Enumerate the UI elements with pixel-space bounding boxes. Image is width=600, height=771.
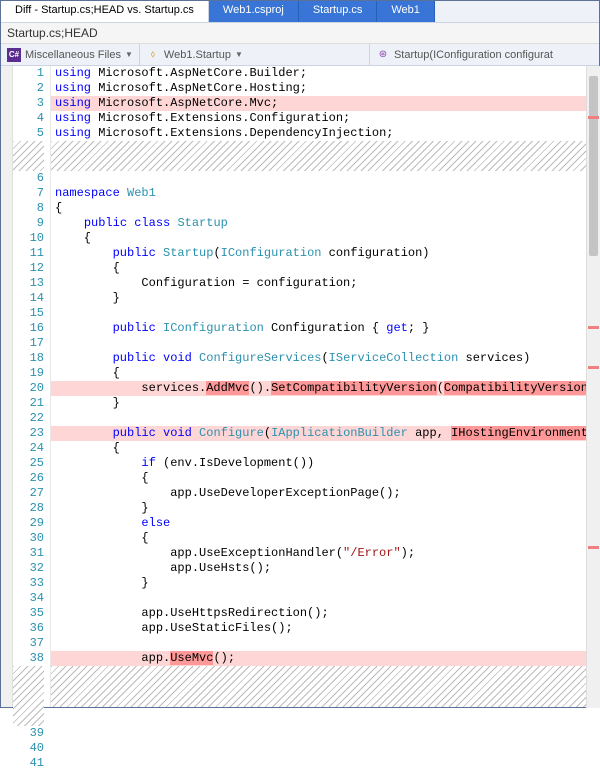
code-line[interactable]: }	[51, 576, 599, 591]
code-line[interactable]: using Microsoft.AspNetCore.Hosting;	[51, 81, 599, 96]
code-line[interactable]: app.UseHttpsRedirection();	[51, 606, 599, 621]
document-tab[interactable]: Web1	[377, 1, 435, 22]
document-subhead: Startup.cs;HEAD	[1, 23, 599, 44]
class-label: Web1.Startup	[164, 49, 231, 61]
code-line[interactable]: public void Configure(IApplicationBuilde…	[51, 426, 599, 441]
code-line[interactable]	[51, 411, 599, 426]
code-line[interactable]: {	[51, 261, 599, 276]
document-tab[interactable]: Web1.csproj	[209, 1, 299, 22]
code-editor[interactable]: 1234567891011121314151617181920212223242…	[1, 66, 599, 707]
document-tab[interactable]: Startup.cs	[299, 1, 378, 22]
code-line[interactable]: {	[51, 201, 599, 216]
scrollbar-thumb[interactable]	[589, 76, 598, 256]
code-line[interactable]	[51, 306, 599, 321]
code-line[interactable]: {	[51, 531, 599, 546]
code-line[interactable]: public Startup(IConfiguration configurat…	[51, 246, 599, 261]
diff-mark[interactable]	[588, 326, 599, 329]
method-icon: ⊛	[376, 48, 390, 62]
code-line[interactable]: {	[51, 231, 599, 246]
line-number-gutter: 1234567891011121314151617181920212223242…	[13, 66, 51, 707]
code-line[interactable]: else	[51, 516, 599, 531]
code-line[interactable]	[51, 336, 599, 351]
class-icon: ⬨	[146, 48, 160, 62]
code-line[interactable]: using Microsoft.AspNetCore.Mvc;	[51, 96, 599, 111]
code-line[interactable]: public class Startup	[51, 216, 599, 231]
diff-deleted-region	[51, 666, 599, 707]
code-line[interactable]: app.UseHsts();	[51, 561, 599, 576]
breakpoint-margin[interactable]	[1, 66, 13, 707]
code-line[interactable]: using Microsoft.Extensions.DependencyInj…	[51, 126, 599, 141]
diff-mark[interactable]	[588, 116, 599, 119]
chevron-down-icon: ▼	[235, 50, 243, 59]
code-line[interactable]: {	[51, 471, 599, 486]
code-line[interactable]: app.UseStaticFiles();	[51, 621, 599, 636]
code-line[interactable]	[51, 636, 599, 651]
navigation-bar: C# Miscellaneous Files ▼ ⬨ Web1.Startup …	[1, 44, 599, 66]
member-label: Startup(IConfiguration configurat	[394, 49, 553, 61]
code-line[interactable]: }	[51, 501, 599, 516]
code-area[interactable]: using Microsoft.AspNetCore.Builder;using…	[51, 66, 599, 707]
code-line[interactable]: public void ConfigureServices(IServiceCo…	[51, 351, 599, 366]
member-selector[interactable]: ⊛ Startup(IConfiguration configurat	[370, 44, 599, 65]
code-line[interactable]: services.AddMvc().SetCompatibilityVersio…	[51, 381, 599, 396]
diff-deleted-region	[51, 141, 599, 171]
code-line[interactable]: using Microsoft.AspNetCore.Builder;	[51, 66, 599, 81]
code-line[interactable]	[51, 591, 599, 606]
code-line[interactable]: }	[51, 396, 599, 411]
code-line[interactable]: if (env.IsDevelopment())	[51, 456, 599, 471]
scope-label: Miscellaneous Files	[25, 49, 121, 61]
document-tabs: Diff - Startup.cs;HEAD vs. Startup.csWeb…	[1, 1, 599, 23]
code-line[interactable]: }	[51, 291, 599, 306]
class-selector[interactable]: ⬨ Web1.Startup ▼	[140, 44, 370, 65]
scope-selector[interactable]: C# Miscellaneous Files ▼	[1, 44, 140, 65]
code-line[interactable]: namespace Web1	[51, 186, 599, 201]
code-line[interactable]: app.UseDeveloperExceptionPage();	[51, 486, 599, 501]
diff-mark[interactable]	[588, 366, 599, 369]
code-line[interactable]: Configuration = configuration;	[51, 276, 599, 291]
code-line[interactable]: app.UseMvc();	[51, 651, 599, 666]
document-tab[interactable]: Diff - Startup.cs;HEAD vs. Startup.cs	[1, 1, 209, 22]
csharp-icon: C#	[7, 48, 21, 62]
code-line[interactable]	[51, 171, 599, 186]
code-line[interactable]: using Microsoft.Extensions.Configuration…	[51, 111, 599, 126]
code-line[interactable]: public IConfiguration Configuration { ge…	[51, 321, 599, 336]
code-line[interactable]: {	[51, 366, 599, 381]
vertical-scrollbar[interactable]	[586, 66, 600, 708]
diff-mark[interactable]	[588, 546, 599, 549]
code-line[interactable]: app.UseExceptionHandler("/Error");	[51, 546, 599, 561]
chevron-down-icon: ▼	[125, 50, 133, 59]
code-line[interactable]: {	[51, 441, 599, 456]
